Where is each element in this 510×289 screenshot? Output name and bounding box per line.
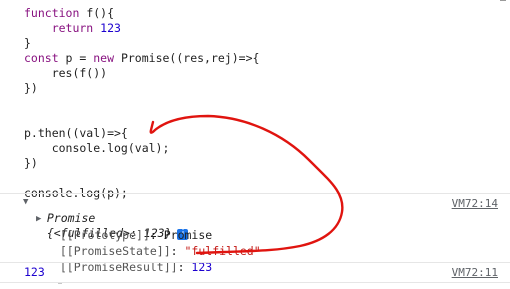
code-token: const (24, 51, 66, 65)
prototype-row[interactable]: [[Prototype]]: Promise (46, 213, 212, 242)
promise-result-row: [[PromiseResult]]: 123 (59, 260, 213, 274)
code-line: }) (24, 156, 38, 171)
prompt-caret-icon (58, 283, 62, 288)
panel-corner-mark (500, 0, 506, 4)
promise-summary[interactable]: Promise {<fulfilled>: 123} i (33, 196, 189, 240)
source-link-vm72-14[interactable]: VM72:14 (452, 196, 498, 211)
code-token: return (24, 21, 101, 35)
code-token: 123 (100, 21, 121, 35)
code-line: p.then((val)=>{ (24, 126, 128, 141)
code-token: f(){ (86, 6, 115, 20)
code-token: p.then((val)=>{ (24, 126, 128, 140)
code-token: }) (24, 156, 38, 170)
source-link-vm72-11[interactable]: VM72:11 (452, 265, 498, 280)
console-divider-top (0, 193, 510, 194)
code-line: }) (24, 81, 38, 96)
code-line: const p = new Promise((res,rej)=>{ (24, 51, 259, 66)
code-line: console.log(val); (24, 141, 170, 156)
console-divider-bottom (0, 262, 510, 263)
expand-down-icon[interactable]: ▼ (23, 197, 28, 207)
expand-right-icon[interactable]: ▶ (36, 214, 41, 224)
code-token: p = (65, 51, 94, 65)
code-token: function (24, 6, 87, 20)
code-token: new (93, 51, 121, 65)
code-line: } (24, 36, 31, 51)
code-token: } (24, 36, 31, 50)
code-line: return 123 (24, 21, 121, 36)
console-divider-prompt (0, 282, 510, 283)
code-token: Promise((res,rej)=>{ (120, 51, 260, 65)
code-token: }) (24, 81, 38, 95)
code-line: function f(){ (24, 6, 114, 21)
promise-state-row: [[PromiseState]]: "fulfilled" (59, 244, 261, 258)
code-line: res(f()) (24, 66, 107, 81)
code-token: console.log(val); (24, 141, 170, 155)
code-token: res(f()) (24, 66, 108, 80)
console-log-output: 123 (24, 265, 45, 279)
